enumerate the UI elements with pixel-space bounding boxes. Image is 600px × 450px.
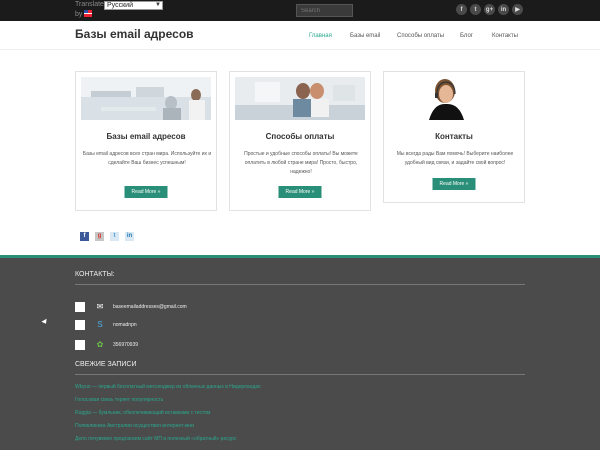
top-bar: Translate by Русский ▼ f t g+ in ▶ (0, 0, 600, 21)
recent-post-link[interactable]: Голосовая связь теряет популярность (75, 397, 163, 403)
icq-icon: ✿ (96, 340, 104, 349)
card-image-office (81, 77, 211, 120)
card-image-couple (235, 77, 365, 120)
card-image-support-operator (389, 77, 519, 120)
recent-posts-heading: СВЕЖИЕ ЗАПИСИ (75, 361, 137, 368)
language-select[interactable]: Русский ▼ (104, 1, 163, 10)
card-payment: Способы оплаты Простые и удобные способы… (229, 71, 371, 211)
contact-icq-text[interactable]: 356970939 (113, 342, 138, 348)
site-logo[interactable]: Базы email адресов (75, 27, 194, 41)
nav-item-blog[interactable]: Блог (460, 33, 473, 39)
search-input[interactable] (296, 4, 353, 17)
recent-post-link[interactable]: Дело почувевее предлагаем сайт МП в поле… (75, 436, 236, 442)
contact-skype-text[interactable]: nomadnpn (113, 322, 137, 328)
card-contacts: Контакты Мы всегда рады Вам помочь! Выбе… (383, 71, 525, 203)
twitter-icon[interactable]: t (470, 4, 481, 15)
chevron-down-icon: ▼ (155, 2, 161, 8)
footer-divider (75, 284, 525, 285)
card-title: Контакты (435, 132, 473, 141)
translate-label: Translate (75, 1, 104, 8)
email-icon: ✉ (96, 302, 104, 311)
youtube-icon[interactable]: ▶ (512, 4, 523, 15)
linkedin-icon[interactable]: in (498, 4, 509, 15)
card-text: Простые и удобные способы оплаты! Вы мож… (244, 151, 358, 175)
footer-divider (75, 374, 525, 375)
facebook-share-icon[interactable]: f (80, 232, 89, 241)
read-more-button[interactable]: Read More » (432, 178, 476, 190)
twitter-share-icon[interactable]: t (110, 232, 119, 241)
google-plus-share-icon[interactable]: g (95, 232, 104, 241)
card-title: Базы email адресов (106, 132, 186, 141)
card-text: Базы email адресов всех стран мира. Испо… (82, 151, 212, 166)
card-title: Способы оплаты (265, 132, 335, 141)
card-email-bases: Базы email адресов Базы email адресов вс… (75, 71, 217, 211)
contacts-heading: КОНТАКТЫ: (75, 271, 115, 278)
skype-icon: S (97, 320, 103, 329)
nav-item-email-bases[interactable]: Базы email (350, 33, 380, 39)
read-more-button[interactable]: Read More » (124, 186, 168, 198)
footer (0, 258, 600, 450)
google-plus-icon[interactable]: g+ (484, 4, 495, 15)
recent-post-link[interactable]: Ruggia — бумльник, обеспечивающий вставк… (75, 410, 210, 416)
google-translate-logo-icon (84, 10, 92, 17)
recent-post-link[interactable]: Поликлиника Австралии осуществил интерне… (75, 423, 194, 429)
translate-by-label: by (75, 11, 83, 18)
facebook-icon[interactable]: f (456, 4, 467, 15)
nav-item-payment[interactable]: Способы оплаты (397, 33, 444, 39)
contact-email-text[interactable]: baseemailaddresses@gmail.com (113, 304, 187, 310)
nav-item-home[interactable]: Главная (309, 33, 332, 39)
share-icons: f g t in (80, 232, 134, 241)
header-divider (0, 49, 600, 50)
linkedin-share-icon[interactable]: in (125, 232, 134, 241)
contact-checkbox (75, 340, 85, 350)
card-text: Мы всегда рады Вам помочь! Выберите наиб… (396, 151, 514, 166)
nav-item-contacts[interactable]: Контакты (492, 33, 518, 39)
social-links: f t g+ in ▶ (456, 4, 523, 15)
recent-post-link[interactable]: Wbyuo — первый бесплатный мессенджер из … (75, 384, 261, 390)
language-select-value: Русский (107, 2, 133, 9)
contact-checkbox (75, 320, 85, 330)
read-more-button[interactable]: Read More » (278, 186, 322, 198)
contact-checkbox (75, 302, 85, 312)
